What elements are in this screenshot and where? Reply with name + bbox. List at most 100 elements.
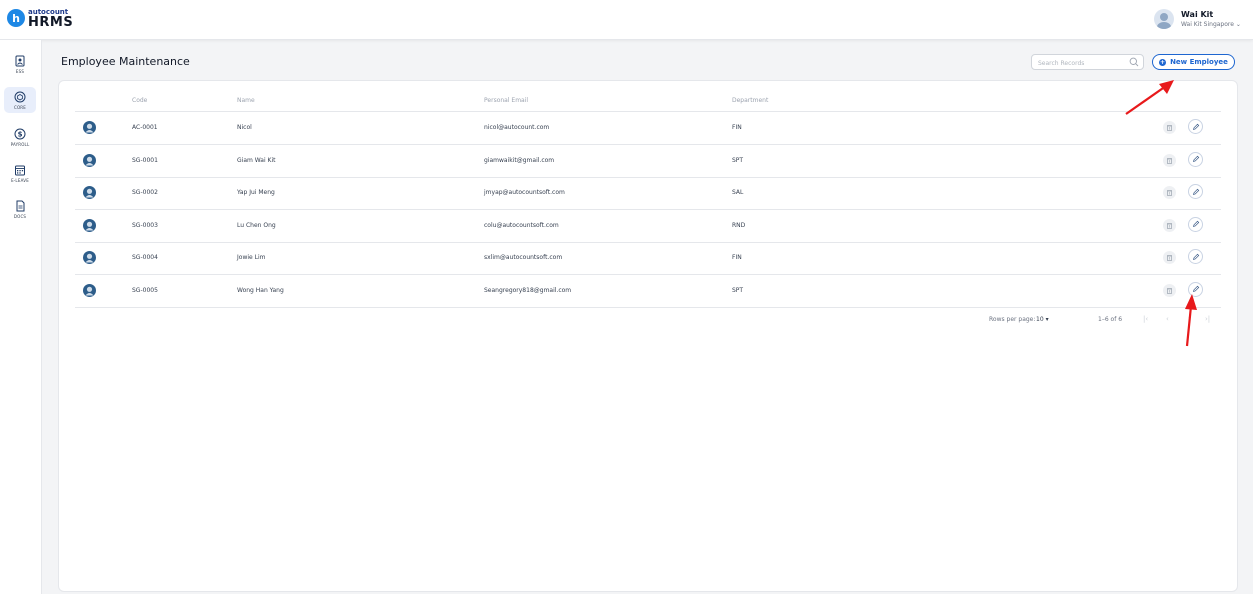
user-name[interactable]: Wai Kit bbox=[1181, 10, 1213, 19]
cell-name: Jowie Lim bbox=[237, 254, 266, 261]
cell-email: sxlim@autocountsoft.com bbox=[484, 254, 563, 261]
cell-code: SG-0003 bbox=[132, 221, 158, 229]
sidebar-item-label: DOCS bbox=[13, 213, 27, 219]
cell-code: AC-0001 bbox=[132, 124, 158, 131]
cell-email: jmyap@autocountsoft.com bbox=[484, 189, 565, 196]
cell-name: Giam Wai Kit bbox=[237, 156, 276, 164]
sidebar-item-label: E-LEAVE bbox=[11, 177, 29, 183]
logo-icon[interactable]: h bbox=[7, 9, 25, 27]
cell-name: Lu Chen Ong bbox=[237, 221, 276, 229]
sidebar-item-label: CORE bbox=[13, 104, 27, 110]
delete-button[interactable] bbox=[1163, 121, 1176, 134]
delete-button[interactable] bbox=[1163, 283, 1176, 297]
cell-email: nicol@autocount.com bbox=[484, 124, 550, 131]
cell-department: FIN bbox=[732, 124, 742, 131]
employee-avatar-icon bbox=[83, 153, 96, 167]
annotation-arrow-icon bbox=[1185, 294, 1197, 347]
column-header-email[interactable]: Personal Email bbox=[484, 97, 528, 104]
pencil-icon bbox=[1192, 155, 1199, 163]
avatar-person-icon bbox=[1157, 13, 1171, 29]
delete-button[interactable] bbox=[1163, 186, 1176, 199]
sidebar-item-label: ESS bbox=[15, 68, 25, 74]
sidebar-item-core[interactable]: CORE bbox=[4, 87, 36, 113]
employee-table-card: Code Name Personal Email Department AC-0… bbox=[58, 80, 1238, 592]
edit-button[interactable] bbox=[1188, 216, 1203, 232]
cell-email: colu@autocountsoft.com bbox=[484, 221, 559, 229]
ess-icon bbox=[15, 55, 25, 66]
pencil-icon bbox=[1192, 220, 1199, 228]
core-icon bbox=[14, 91, 26, 102]
trash-icon bbox=[1167, 190, 1172, 196]
pagination-range: 1–6 of 6 bbox=[1098, 316, 1123, 323]
table-row[interactable]: AC-0001 Nicol nicol@autocount.com FIN bbox=[75, 112, 1221, 145]
company-selector[interactable]: Wai Kit Singapore ⌄ bbox=[1181, 21, 1241, 28]
table-row[interactable]: SG-0004 Jowie Lim sxlim@autocountsoft.com F… bbox=[75, 242, 1221, 275]
employee-avatar-icon bbox=[83, 283, 96, 297]
sidebar: ESS CORE $ PAYROLL E-LEAVE DOCS bbox=[0, 40, 42, 594]
sidebar-item-payroll[interactable]: $ PAYROLL bbox=[4, 124, 36, 150]
payroll-icon: $ bbox=[14, 128, 26, 139]
table-header: Code Name Personal Email Department bbox=[75, 91, 1221, 112]
rows-per-page-select[interactable]: 10 ▾ bbox=[1036, 316, 1049, 323]
pencil-icon bbox=[1192, 123, 1199, 130]
new-employee-label: New Employee bbox=[1170, 58, 1228, 66]
table-row[interactable]: SG-0003 Lu Chen Ong colu@autocountsoft.com… bbox=[75, 210, 1221, 243]
user-avatar[interactable] bbox=[1154, 9, 1174, 29]
column-header-department[interactable]: Department bbox=[732, 97, 768, 104]
dropdown-icon: ▾ bbox=[1045, 316, 1049, 323]
trash-icon bbox=[1167, 222, 1172, 229]
search-icon[interactable] bbox=[1129, 57, 1139, 67]
employee-avatar-icon bbox=[83, 186, 96, 199]
column-header-name[interactable]: Name bbox=[237, 97, 255, 104]
trash-icon bbox=[1167, 287, 1172, 294]
docs-icon bbox=[16, 200, 25, 211]
first-page-icon[interactable]: |‹ bbox=[1143, 315, 1148, 323]
rows-per-page-label: Rows per page: bbox=[989, 316, 1036, 323]
plus-icon: + bbox=[1159, 58, 1167, 66]
edit-button[interactable] bbox=[1188, 184, 1203, 199]
new-employee-button[interactable]: + New Employee bbox=[1152, 54, 1235, 70]
cell-code: SG-0002 bbox=[132, 189, 158, 196]
edit-button[interactable] bbox=[1188, 249, 1203, 264]
table-row[interactable]: SG-0005 Wong Han Yang Seangregory818@gmail… bbox=[75, 275, 1221, 308]
search-box bbox=[1031, 54, 1144, 71]
last-page-icon[interactable]: ›| bbox=[1205, 315, 1210, 323]
sidebar-item-ess[interactable]: ESS bbox=[4, 51, 36, 77]
cell-email: Seangregory818@gmail.com bbox=[484, 286, 572, 294]
delete-button[interactable] bbox=[1163, 251, 1176, 264]
cell-department: FIN bbox=[732, 254, 742, 261]
pencil-icon bbox=[1192, 188, 1199, 195]
trash-icon bbox=[1167, 157, 1172, 164]
sidebar-item-eleave[interactable]: E-LEAVE bbox=[4, 160, 36, 186]
cell-department: SPT bbox=[732, 156, 744, 164]
rows-per-page-value: 10 bbox=[1036, 316, 1044, 323]
edit-button[interactable] bbox=[1188, 151, 1203, 167]
calendar-icon bbox=[15, 165, 25, 175]
cell-code: SG-0005 bbox=[132, 286, 158, 294]
sidebar-item-docs[interactable]: DOCS bbox=[4, 196, 36, 222]
cell-department: SAL bbox=[732, 189, 744, 196]
employee-avatar-icon bbox=[83, 251, 96, 264]
logo-product-text: HRMS bbox=[28, 15, 74, 30]
delete-button[interactable] bbox=[1163, 218, 1176, 232]
cell-department: RND bbox=[732, 221, 746, 229]
search-input[interactable] bbox=[1032, 55, 1130, 71]
svg-text:$: $ bbox=[18, 130, 23, 138]
cell-code: SG-0004 bbox=[132, 254, 158, 261]
logo-letter: h bbox=[12, 11, 20, 25]
cell-code: SG-0001 bbox=[132, 156, 158, 164]
cell-name: Yap Jui Meng bbox=[237, 189, 275, 196]
employee-avatar-icon bbox=[83, 218, 96, 232]
pencil-icon bbox=[1192, 253, 1199, 260]
prev-page-icon[interactable]: ‹ bbox=[1166, 315, 1169, 323]
cell-name: Wong Han Yang bbox=[237, 286, 284, 294]
cell-name: Nicol bbox=[237, 124, 252, 131]
table-row[interactable]: SG-0002 Yap Jui Meng jmyap@autocountsoft.c… bbox=[75, 177, 1221, 210]
column-header-code[interactable]: Code bbox=[132, 97, 147, 104]
cell-department: SPT bbox=[732, 286, 744, 294]
table-row[interactable]: SG-0001 Giam Wai Kit giamwaikit@gmail.com S… bbox=[75, 145, 1221, 178]
trash-icon bbox=[1167, 255, 1172, 261]
delete-button[interactable] bbox=[1163, 153, 1176, 167]
edit-button[interactable] bbox=[1188, 119, 1203, 134]
trash-icon bbox=[1167, 125, 1172, 131]
